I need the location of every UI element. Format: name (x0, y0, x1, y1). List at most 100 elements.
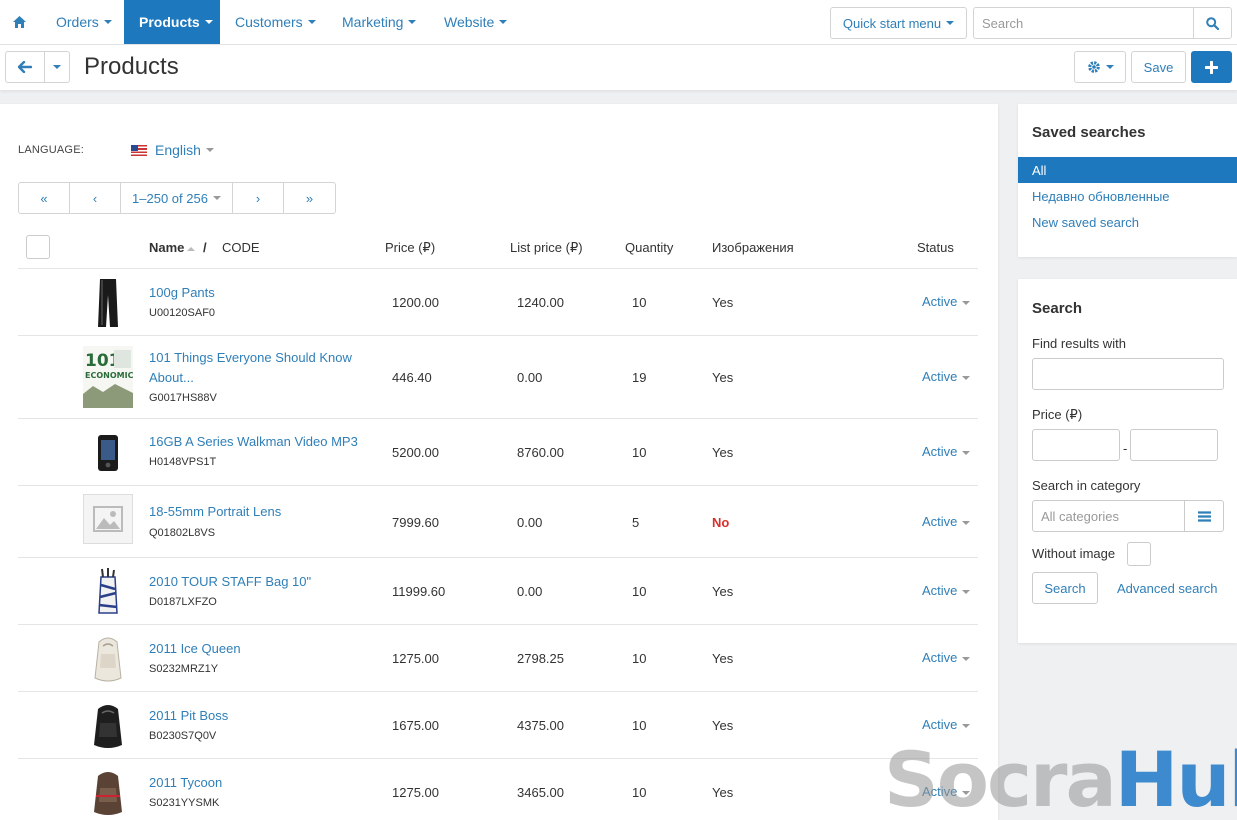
saved-search-recent[interactable]: Недавно обновленные (1018, 183, 1237, 209)
product-name-link[interactable]: 100g Pants (149, 283, 364, 303)
language-select[interactable]: English (131, 142, 214, 158)
global-search-input[interactable] (974, 8, 1194, 38)
placeholder-image[interactable] (83, 494, 133, 544)
product-quantity[interactable]: 10 (632, 651, 646, 666)
quick-start-menu-button[interactable]: Quick start menu (830, 7, 967, 39)
product-name-link[interactable]: 16GB A Series Walkman Video MP3 (149, 432, 364, 452)
without-image-label: Without image (1032, 546, 1116, 561)
nav-customers[interactable]: Customers (220, 0, 331, 44)
product-images: No (712, 515, 730, 530)
product-price[interactable]: 5200.00 (392, 445, 439, 460)
status-dropdown[interactable]: Active (922, 717, 971, 732)
back-button[interactable] (5, 51, 45, 83)
nav-marketing[interactable]: Marketing (327, 0, 431, 44)
product-quantity[interactable]: 10 (632, 584, 646, 599)
nav-website[interactable]: Website (429, 0, 522, 44)
history-dropdown-button[interactable] (44, 51, 70, 83)
chevron-down-icon (1105, 65, 1114, 69)
product-code: Q01802L8VS (149, 527, 216, 539)
product-list-price[interactable]: 3465.00 (517, 785, 564, 800)
select-all-checkbox[interactable] (26, 235, 50, 259)
product-list-price[interactable]: 1240.00 (517, 295, 564, 310)
product-list-price[interactable]: 0.00 (517, 370, 542, 385)
product-images: Yes (712, 584, 734, 599)
product-quantity[interactable]: 10 (632, 445, 646, 460)
settings-button[interactable] (1074, 51, 1126, 83)
advanced-search-link[interactable]: Advanced search (1117, 581, 1217, 596)
product-price[interactable]: 446.40 (392, 370, 432, 385)
price-to-input[interactable] (1130, 429, 1218, 461)
product-name-link[interactable]: 2011 Pit Boss (149, 706, 364, 726)
book-cover-image[interactable]: 101ECONOMICS (83, 346, 133, 408)
product-price[interactable]: 1200.00 (392, 295, 439, 310)
status-dropdown[interactable]: Active (922, 583, 971, 598)
pagination: « ‹ 1–250 of 256 › » (18, 182, 336, 214)
page-first-button[interactable]: « (19, 183, 70, 213)
home-icon[interactable] (0, 0, 38, 44)
chevron-down-icon (962, 450, 971, 455)
sort-up-icon (187, 246, 196, 251)
product-name-link[interactable]: 2011 Tycoon (149, 773, 364, 793)
black-backpack-image[interactable] (83, 695, 133, 757)
column-code[interactable]: CODE (222, 240, 260, 255)
chevron-down-icon (962, 375, 971, 380)
product-list-price[interactable]: 2798.25 (517, 651, 564, 666)
golf-bag-image[interactable] (83, 561, 133, 623)
product-name-link[interactable]: 2011 Ice Queen (149, 639, 364, 659)
product-price[interactable]: 11999.60 (392, 584, 445, 599)
saved-search-new[interactable]: New saved search (1018, 209, 1237, 235)
product-price[interactable]: 1275.00 (392, 785, 439, 800)
product-name-link[interactable]: 101 Things Everyone Should Know About... (149, 348, 364, 388)
column-quantity[interactable]: Quantity (625, 240, 673, 255)
saved-search-all[interactable]: All (1018, 157, 1237, 183)
column-price[interactable]: Price (₽) (385, 240, 435, 256)
status-dropdown[interactable]: Active (922, 514, 971, 529)
category-picker-button[interactable] (1184, 500, 1224, 532)
nav-products[interactable]: Products (124, 0, 220, 44)
product-quantity[interactable]: 10 (632, 295, 646, 310)
page-range-select[interactable]: 1–250 of 256 (121, 183, 233, 213)
table-row: 100g Pants U00120SAF0 1200.00 1240.00 10… (18, 269, 978, 336)
page-prev-button[interactable]: ‹ (70, 183, 121, 213)
category-input[interactable] (1032, 500, 1185, 532)
product-images: Yes (712, 370, 734, 385)
status-label: Active (922, 717, 958, 732)
without-image-checkbox[interactable] (1127, 542, 1151, 566)
save-button[interactable]: Save (1131, 51, 1186, 83)
product-list-price[interactable]: 0.00 (517, 584, 542, 599)
product-name-link[interactable]: 18-55mm Portrait Lens (149, 502, 364, 522)
status-dropdown[interactable]: Active (922, 294, 971, 309)
add-product-button[interactable] (1191, 51, 1232, 83)
search-panel-title: Search (1032, 300, 1083, 317)
white-backpack-image[interactable] (83, 628, 133, 690)
nav-orders[interactable]: Orders (41, 0, 127, 44)
product-price[interactable]: 7999.60 (392, 515, 439, 530)
product-price[interactable]: 1675.00 (392, 718, 439, 733)
column-name[interactable]: Name (149, 240, 196, 255)
saved-searches-panel: Saved searches All Недавно обновленные N… (1018, 104, 1237, 257)
sidebar-search-button[interactable]: Search (1032, 572, 1098, 604)
page-last-button[interactable]: » (284, 183, 335, 213)
product-quantity[interactable]: 10 (632, 785, 646, 800)
product-quantity[interactable]: 19 (632, 370, 646, 385)
search-button[interactable] (1193, 8, 1231, 38)
product-price[interactable]: 1275.00 (392, 651, 439, 666)
column-list-price[interactable]: List price (₽) (510, 240, 583, 256)
product-list-price[interactable]: 4375.00 (517, 718, 564, 733)
column-status[interactable]: Status (917, 240, 954, 255)
status-dropdown[interactable]: Active (922, 369, 971, 384)
product-images: Yes (712, 785, 734, 800)
product-list-price[interactable]: 8760.00 (517, 445, 564, 460)
find-results-input[interactable] (1032, 358, 1224, 390)
status-dropdown[interactable]: Active (922, 650, 971, 665)
price-from-input[interactable] (1032, 429, 1120, 461)
brown-backpack-image[interactable] (83, 762, 133, 820)
pants-image[interactable] (83, 272, 133, 334)
product-quantity[interactable]: 10 (632, 718, 646, 733)
product-quantity[interactable]: 5 (632, 515, 639, 530)
product-name-link[interactable]: 2010 TOUR STAFF Bag 10" (149, 572, 364, 592)
mp3-player-image[interactable] (83, 422, 133, 484)
product-list-price[interactable]: 0.00 (517, 515, 542, 530)
page-next-button[interactable]: › (233, 183, 284, 213)
status-dropdown[interactable]: Active (922, 444, 971, 459)
